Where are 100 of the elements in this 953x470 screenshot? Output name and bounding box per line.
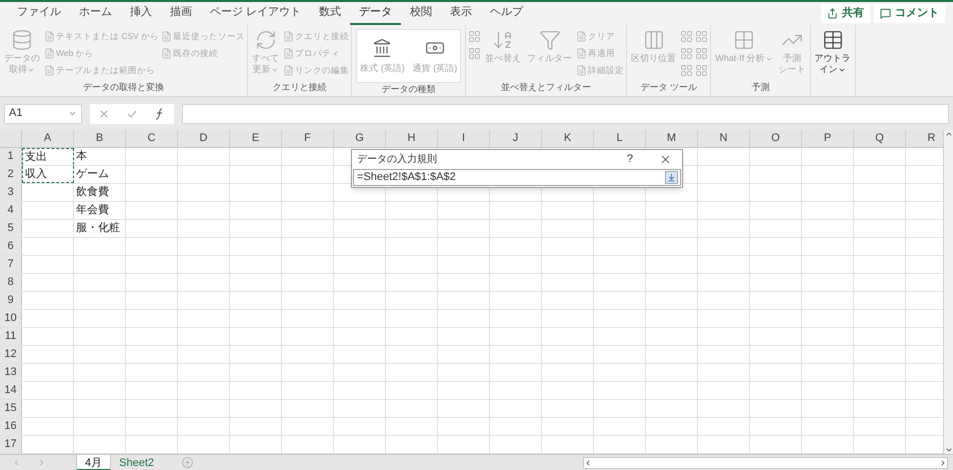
menu-tab[interactable]: 表示 <box>441 2 482 25</box>
menu-tab[interactable]: ホーム <box>70 2 121 25</box>
cancel-icon[interactable] <box>98 108 110 120</box>
column-header[interactable]: A <box>22 130 74 147</box>
column-header[interactable]: B <box>74 130 126 147</box>
tab-left-icon[interactable] <box>12 458 21 467</box>
column-header[interactable]: M <box>646 130 698 147</box>
group-label: データの種類 <box>380 82 437 96</box>
menu-tab[interactable]: 数式 <box>310 2 350 25</box>
menu-tab[interactable]: ファイル <box>8 2 70 25</box>
cell-text: 本 <box>76 149 87 164</box>
document-icon <box>576 48 588 59</box>
group-label: データの取得と変換 <box>82 81 166 94</box>
sheet-tab[interactable]: Sheet2 <box>111 454 162 470</box>
vertical-scrollbar[interactable] <box>943 130 953 454</box>
document-icon <box>283 65 294 76</box>
comment-icon <box>880 8 891 19</box>
cell-text: 飲食費 <box>76 185 109 200</box>
row-header[interactable]: 11 <box>0 328 22 345</box>
menu-tab[interactable]: 描画 <box>161 2 201 25</box>
scroll-left-icon[interactable] <box>584 458 592 466</box>
caret-icon <box>68 109 77 118</box>
menu-tab[interactable]: ヘルプ <box>481 2 532 25</box>
column-header[interactable]: I <box>438 130 490 147</box>
row-header[interactable]: 6 <box>0 238 22 255</box>
row-header[interactable]: 9 <box>0 292 22 309</box>
row-header[interactable]: 3 <box>0 184 22 201</box>
menu-tab[interactable]: ページ レイアウト <box>201 2 310 25</box>
document-icon <box>283 48 294 59</box>
dialog-title: データの入力規則 <box>357 152 438 167</box>
column-header[interactable]: H <box>386 130 438 147</box>
tab-right-icon[interactable] <box>37 458 46 467</box>
columns-icon <box>642 29 665 51</box>
column-header[interactable]: J <box>490 130 542 147</box>
ribbon-button[interactable]: アウトラ イン <box>812 25 853 75</box>
document-icon <box>283 31 294 42</box>
row-header[interactable]: 12 <box>0 346 22 363</box>
add-sheet-icon[interactable] <box>182 457 193 468</box>
refresh-icon <box>254 29 277 51</box>
document-icon <box>44 31 55 42</box>
grid-icon <box>468 47 482 60</box>
scroll-right-icon[interactable] <box>939 458 947 466</box>
grid-icon <box>695 64 708 77</box>
share-icon <box>827 8 838 19</box>
menu-tab[interactable]: 校閲 <box>401 2 442 25</box>
row-header[interactable]: 16 <box>0 418 22 435</box>
row-header[interactable]: 17 <box>0 436 22 453</box>
group-label: 並べ替えとフィルター <box>500 81 592 94</box>
cell-text: 年会費 <box>76 203 109 218</box>
grid-icon <box>680 64 694 77</box>
help-button[interactable]: ? <box>626 151 633 168</box>
document-icon <box>161 31 172 42</box>
row-header[interactable]: 14 <box>0 382 22 399</box>
column-header[interactable]: P <box>802 130 854 147</box>
bank-icon <box>372 38 392 58</box>
column-header[interactable]: F <box>282 130 334 147</box>
document-icon <box>576 65 588 76</box>
document-icon <box>44 65 55 76</box>
grid-icon <box>468 30 482 43</box>
document-icon <box>576 31 588 42</box>
column-header[interactable]: L <box>594 130 646 147</box>
scroll-down-icon[interactable] <box>944 446 952 454</box>
column-header[interactable]: G <box>334 130 386 147</box>
row-header[interactable]: 1 <box>0 148 22 165</box>
group-label: 予測 <box>750 81 770 94</box>
row-header[interactable]: 13 <box>0 364 22 381</box>
grid-icon <box>680 30 694 43</box>
column-header[interactable]: D <box>178 130 230 147</box>
cell-text: 支出 <box>25 150 47 165</box>
column-header[interactable]: O <box>750 130 802 147</box>
column-header[interactable]: C <box>126 130 178 147</box>
share-button[interactable]: 共有 <box>821 4 870 23</box>
grid-icon <box>695 47 708 60</box>
menu-tab[interactable]: 挿入 <box>121 2 161 25</box>
column-header[interactable]: Q <box>854 130 906 147</box>
row-header[interactable]: 7 <box>0 256 22 273</box>
scroll-up-icon[interactable] <box>944 130 952 138</box>
name-box[interactable]: A1 <box>4 104 82 124</box>
row-header[interactable]: 15 <box>0 400 22 417</box>
sheet-tab[interactable]: 4月 <box>76 454 112 470</box>
column-header[interactable]: E <box>230 130 282 147</box>
column-header[interactable]: N <box>698 130 750 147</box>
column-header[interactable]: K <box>542 130 594 147</box>
group-label: データ ツール <box>639 81 698 94</box>
horizontal-scrollbar[interactable] <box>583 456 948 468</box>
row-header[interactable]: 5 <box>0 220 22 237</box>
document-icon <box>161 48 172 59</box>
grid-icon <box>732 29 755 51</box>
comment-button[interactable]: コメント <box>874 4 945 23</box>
close-icon[interactable] <box>659 153 672 166</box>
formula-field[interactable] <box>182 104 949 124</box>
document-icon <box>44 48 55 59</box>
row-header[interactable]: 2 <box>0 166 22 183</box>
row-header[interactable]: 4 <box>0 202 22 219</box>
row-header[interactable]: 10 <box>0 310 22 327</box>
filter-icon <box>538 29 561 51</box>
database-icon <box>11 29 33 51</box>
row-header[interactable]: 8 <box>0 274 22 291</box>
cell-text: ゲーム <box>76 167 109 182</box>
grid-icon <box>680 47 694 60</box>
